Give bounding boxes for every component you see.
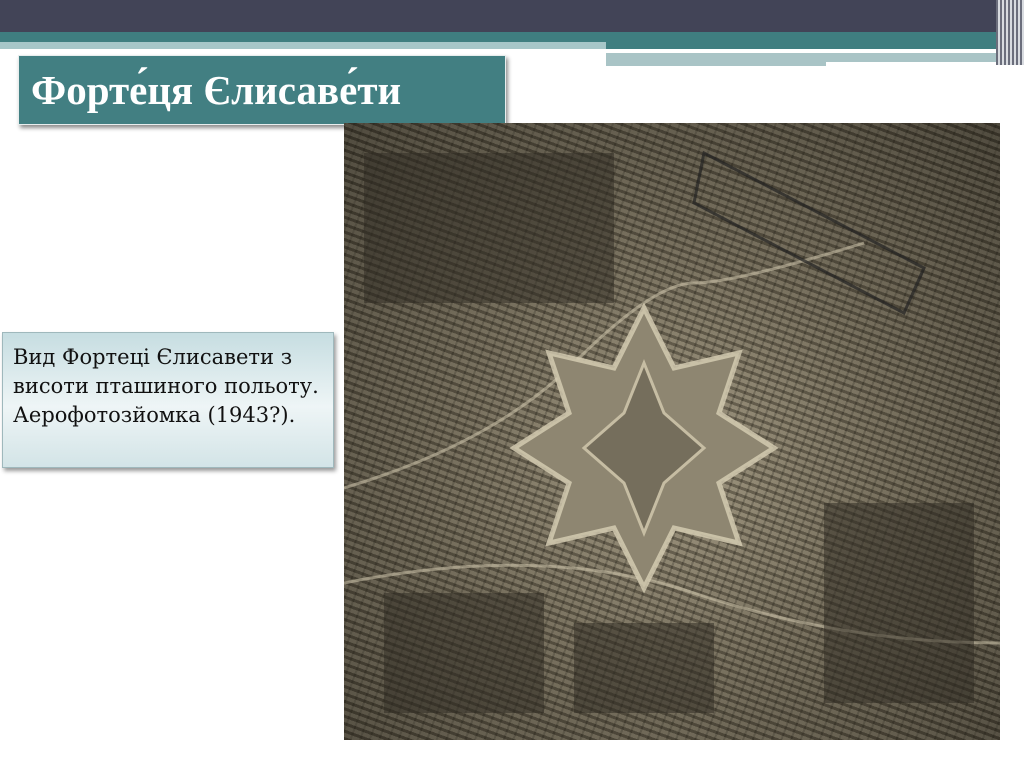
aerial-photo bbox=[344, 123, 1000, 740]
decor-bar bbox=[826, 62, 1006, 67]
slide-title-box: Форте́ця Єлисаве́ти bbox=[18, 55, 506, 125]
photo-caption: Вид Фортеці Єлисавети з висоти пташиного… bbox=[2, 332, 334, 468]
fortress-image bbox=[344, 150, 1000, 713]
decor-stripes bbox=[996, 0, 1024, 65]
slide-title: Форте́ця Єлисаве́ти bbox=[31, 67, 402, 113]
header-band-light bbox=[0, 42, 606, 49]
header-band-dark bbox=[0, 0, 1024, 32]
caption-text: Вид Фортеці Єлисавети з висоти пташиного… bbox=[13, 345, 319, 427]
